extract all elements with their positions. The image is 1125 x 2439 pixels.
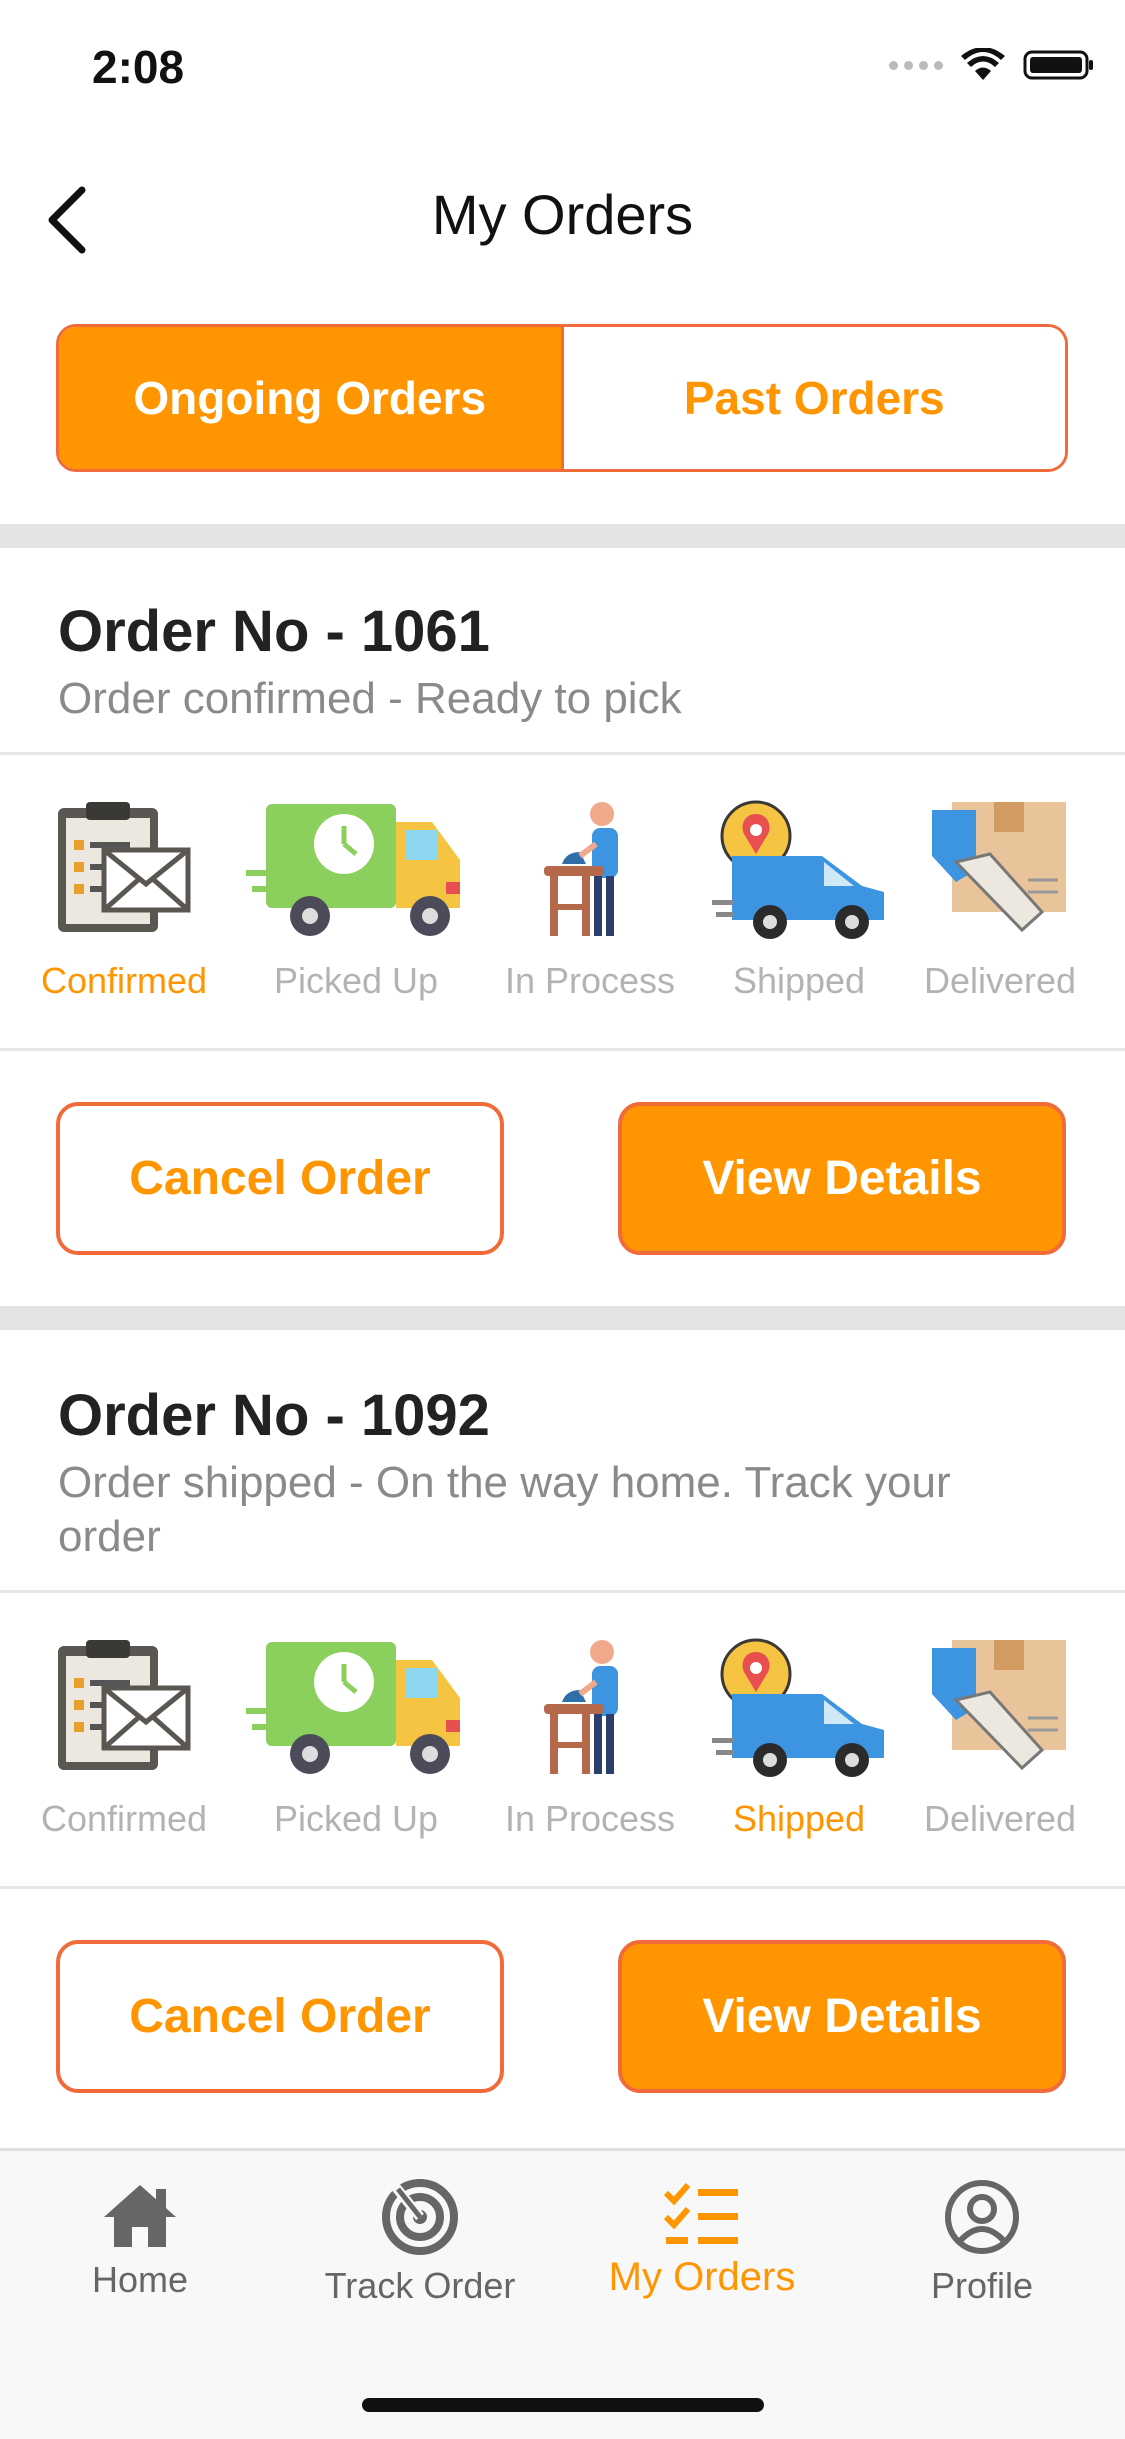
order-number: Order No - 1061 <box>58 599 490 664</box>
status-time: 2:08 <box>92 41 185 93</box>
tab-ongoing-orders[interactable]: Ongoing Orders <box>59 327 561 469</box>
step-shipped: Shipped <box>712 800 886 1001</box>
navigation-bar: My Orders <box>0 140 1125 290</box>
tab-label: Track Order <box>324 2265 516 2306</box>
wifi-icon <box>961 48 1005 80</box>
clipboard-envelope-icon <box>58 1640 191 1770</box>
order-progress-steps: Confirmed Picked Up In Process Shipped D… <box>0 800 1125 1001</box>
tab-label: Home <box>91 2259 189 2300</box>
package-delivered-icon <box>932 1640 1066 1771</box>
bottom-tab-bar: Home Track Order My Orders Profile <box>0 2148 1125 2439</box>
order-status-text: Order confirmed - Ready to pick <box>58 674 682 723</box>
cancel-order-button[interactable]: Cancel Order <box>56 1102 504 1255</box>
order-number: Order No - 1092 <box>58 1383 490 1448</box>
ironing-person-icon <box>544 1640 618 1774</box>
my-orders-icon <box>663 2183 738 2244</box>
cellular-signal-icon <box>889 60 943 70</box>
step-confirmed: Confirmed <box>41 800 207 1001</box>
home-icon <box>104 2185 176 2247</box>
profile-icon <box>945 2180 1019 2254</box>
delivery-truck-icon <box>246 1642 460 1774</box>
shipping-van-icon <box>712 800 884 939</box>
battery-icon <box>1023 50 1093 80</box>
view-details-button[interactable]: View Details <box>618 1102 1066 1255</box>
divider <box>0 752 1125 755</box>
step-picked-up: Picked Up <box>246 800 466 1001</box>
step-shipped: Shipped <box>712 1638 886 1839</box>
step-label: Delivered <box>923 1798 1077 1839</box>
section-divider <box>0 1306 1125 1330</box>
view-details-button[interactable]: View Details <box>618 1940 1066 2093</box>
section-divider <box>0 524 1125 548</box>
step-delivered: Delivered <box>924 800 1076 1001</box>
step-in-process: In Process <box>505 800 675 1001</box>
page-title: My Orders <box>431 183 694 246</box>
package-delivered-icon <box>932 802 1066 933</box>
step-picked-up: Picked Up <box>246 1638 466 1839</box>
step-delivered: Delivered <box>924 1638 1076 1839</box>
delivery-truck-icon <box>246 804 460 936</box>
status-icons <box>889 48 1095 82</box>
clipboard-envelope-icon <box>58 802 191 932</box>
tab-label: My Orders <box>608 2255 796 2299</box>
step-label: Picked Up <box>273 1798 439 1839</box>
order-progress-steps: Confirmed Picked Up In Process Shipped D… <box>0 1638 1125 1839</box>
step-label: Delivered <box>923 960 1077 1001</box>
divider <box>0 1048 1125 1051</box>
divider <box>0 1886 1125 1889</box>
tab-past-orders[interactable]: Past Orders <box>560 327 1065 469</box>
cancel-order-button[interactable]: Cancel Order <box>56 1940 504 2093</box>
step-label: Shipped <box>732 1798 866 1839</box>
order-status-text: Order shipped - On the way home. Track y… <box>58 1458 951 1561</box>
tab-home[interactable]: Home <box>30 2181 250 2301</box>
step-label: Shipped <box>732 960 866 1001</box>
step-label: Confirmed <box>40 1798 208 1839</box>
track-order-icon <box>382 2179 458 2255</box>
step-label: Confirmed <box>40 960 208 1001</box>
tab-profile[interactable]: Profile <box>872 2180 1092 2307</box>
step-confirmed: Confirmed <box>41 1638 207 1839</box>
step-label: In Process <box>504 960 676 1001</box>
tab-track-order[interactable]: Track Order <box>310 2179 530 2307</box>
home-indicator <box>362 2398 764 2412</box>
orders-segmented-control: Ongoing Orders Past Orders <box>56 324 1068 472</box>
step-label: Picked Up <box>273 960 439 1001</box>
tab-my-orders[interactable]: My Orders <box>592 2181 812 2300</box>
ironing-person-icon <box>544 802 618 936</box>
divider <box>0 1590 1125 1593</box>
step-label: In Process <box>504 1798 676 1839</box>
tab-label: Profile <box>930 2265 1034 2306</box>
status-bar: 2:08 <box>0 0 1125 130</box>
shipping-van-icon <box>712 1638 884 1777</box>
step-in-process: In Process <box>505 1638 675 1839</box>
